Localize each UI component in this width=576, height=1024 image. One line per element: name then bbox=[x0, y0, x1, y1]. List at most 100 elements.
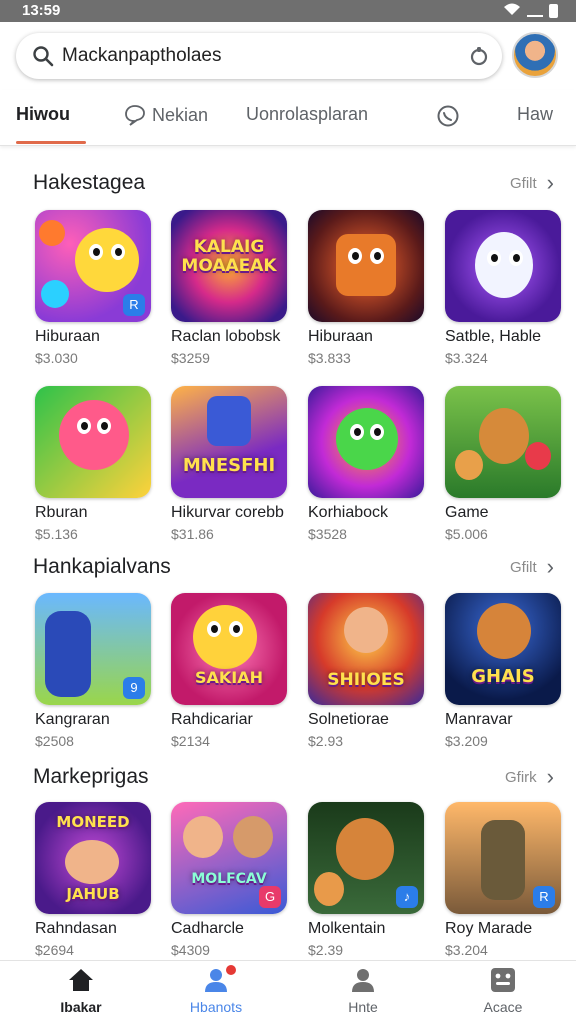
notification-badge bbox=[224, 963, 238, 977]
avatar[interactable] bbox=[512, 32, 558, 78]
app-name: Rburan bbox=[35, 504, 88, 521]
tab-label: Nekian bbox=[152, 104, 209, 125]
app-icon-title: GHAIS bbox=[471, 666, 535, 687]
apps-icon bbox=[489, 967, 517, 993]
signal-icon bbox=[527, 5, 543, 17]
music-badge-icon: ♪ bbox=[396, 886, 418, 908]
app-name: Hikurvar corebb bbox=[171, 504, 284, 521]
app-card[interactable]: GHAIS Manravar $3.209 bbox=[445, 593, 563, 749]
app-name: Manravar bbox=[445, 711, 513, 728]
app-card[interactable]: R Hiburaan $3.030 bbox=[35, 210, 153, 366]
app-icon[interactable]: 9 bbox=[35, 593, 151, 705]
app-icon-title: MNESFHI bbox=[182, 455, 276, 476]
app-icon[interactable]: R bbox=[445, 802, 561, 914]
app-card[interactable]: Rburan $5.136 bbox=[35, 386, 153, 542]
app-icon[interactable]: MOLFCAV G bbox=[171, 802, 287, 914]
fox-character-icon bbox=[336, 818, 394, 880]
game-badge-icon: 9 bbox=[123, 677, 145, 699]
bear-character-icon bbox=[479, 408, 529, 464]
tab-label: Hiwou bbox=[16, 104, 70, 124]
tab-whatsapp[interactable] bbox=[436, 104, 459, 127]
app-card[interactable]: KALAIG MOAAEAK Raclan lobobsk $3259 bbox=[171, 210, 289, 366]
nav-apps[interactable]: Acace bbox=[453, 967, 553, 1015]
app-card[interactable]: Satble, Hable $3.324 bbox=[445, 210, 563, 366]
search-bar[interactable] bbox=[16, 33, 502, 79]
character-icon bbox=[344, 607, 388, 653]
nav-profile[interactable]: Hnte bbox=[313, 967, 413, 1015]
status-bar: 13:59 bbox=[0, 0, 576, 22]
app-card[interactable]: Hiburaan $3.833 bbox=[308, 210, 426, 366]
search-input[interactable] bbox=[62, 41, 462, 71]
game-badge-icon: R bbox=[533, 886, 555, 908]
app-icon[interactable]: SHIIOES bbox=[308, 593, 424, 705]
nav-label: Hnte bbox=[348, 999, 378, 1015]
app-price: $3.030 bbox=[35, 350, 78, 366]
app-icon[interactable] bbox=[35, 386, 151, 498]
section-more-link[interactable]: Gfilt › bbox=[510, 556, 554, 578]
app-icon-subtitle: JAHUB bbox=[66, 885, 120, 903]
character-icon bbox=[183, 816, 223, 858]
app-card[interactable]: Game $5.006 bbox=[445, 386, 563, 542]
app-price: $3.209 bbox=[445, 733, 488, 749]
people-icon bbox=[202, 963, 238, 993]
app-price: $2694 bbox=[35, 942, 74, 958]
app-card[interactable]: R Roy Marade $3.204 bbox=[445, 802, 563, 958]
app-price: $5.006 bbox=[445, 526, 488, 542]
app-price: $2.93 bbox=[308, 733, 344, 749]
app-card[interactable]: Korhiabock $3528 bbox=[308, 386, 426, 542]
nav-people[interactable]: Hbanots bbox=[166, 963, 266, 1015]
app-card[interactable]: MOLFCAV G Cadharcle $4309 bbox=[171, 802, 289, 958]
app-icon[interactable]: ♪ bbox=[308, 802, 424, 914]
app-card[interactable]: MNESFHI Hikurvar corebb $31.86 bbox=[171, 386, 289, 542]
person-icon bbox=[349, 967, 377, 993]
section-more-link[interactable]: Gfilt › bbox=[510, 172, 554, 194]
app-name: Raclan lobobsk bbox=[171, 328, 281, 345]
app-price: $3.324 bbox=[445, 350, 488, 366]
character-icon bbox=[336, 234, 396, 296]
search-icon[interactable] bbox=[32, 45, 54, 67]
app-icon[interactable]: SAKIAH bbox=[171, 593, 287, 705]
app-icon[interactable] bbox=[308, 386, 424, 498]
game-badge-icon: R bbox=[123, 294, 145, 316]
app-icon[interactable]: R bbox=[35, 210, 151, 322]
tab-nekian[interactable]: Nekian bbox=[124, 104, 208, 126]
tab-hiwou[interactable]: Hiwou bbox=[16, 104, 70, 125]
app-icon[interactable] bbox=[445, 210, 561, 322]
app-name: Rahdicariar bbox=[171, 711, 253, 728]
mic-icon[interactable] bbox=[468, 45, 490, 67]
app-icon[interactable] bbox=[308, 210, 424, 322]
app-card[interactable]: SAKIAH Rahdicariar $2134 bbox=[171, 593, 289, 749]
section-title: Hakestagea bbox=[33, 171, 146, 194]
app-icon[interactable] bbox=[445, 386, 561, 498]
chevron-right-icon: › bbox=[546, 764, 554, 789]
app-name: Molkentain bbox=[308, 920, 386, 937]
wifi-icon bbox=[503, 2, 521, 20]
tab-uonrolasplaran[interactable]: Uonrolasplaran bbox=[246, 104, 368, 125]
app-name: Hiburaan bbox=[35, 328, 100, 345]
bottom-navigation: Ibakar Hbanots Hnte Acace bbox=[0, 960, 576, 1024]
app-name: Korhiabock bbox=[308, 504, 389, 521]
app-card[interactable]: ♪ Molkentain $2.39 bbox=[308, 802, 426, 958]
app-icon[interactable]: MNESFHI bbox=[171, 386, 287, 498]
app-name: Solnetiorae bbox=[308, 711, 389, 728]
nav-label: Hbanots bbox=[189, 999, 243, 1015]
status-time: 13:59 bbox=[22, 2, 61, 19]
nav-label: Ibakar bbox=[60, 999, 102, 1015]
section-more-link[interactable]: Gfirk › bbox=[505, 766, 554, 788]
app-card[interactable]: SHIIOES Solnetiorae $2.93 bbox=[308, 593, 426, 749]
app-icon[interactable]: MONEED JAHUB bbox=[35, 802, 151, 914]
tab-label: Haw bbox=[517, 104, 554, 124]
section-more-label: Gfilt bbox=[510, 174, 537, 192]
app-card[interactable]: 9 Kangraran $2508 bbox=[35, 593, 153, 749]
app-icon[interactable]: KALAIG MOAAEAK bbox=[171, 210, 287, 322]
nav-home[interactable]: Ibakar bbox=[31, 967, 131, 1015]
app-card[interactable]: MONEED JAHUB Rahndasan $2694 bbox=[35, 802, 153, 958]
tab-bar: Hiwou Nekian Uonrolasplaran Haw bbox=[0, 90, 576, 146]
app-icon[interactable]: GHAIS bbox=[445, 593, 561, 705]
tab-haw[interactable]: Haw bbox=[517, 104, 553, 125]
app-icon-title: SAKIAH bbox=[194, 668, 264, 687]
section-title: Hankapialvans bbox=[33, 555, 171, 578]
tab-active-indicator bbox=[16, 141, 86, 144]
character-icon bbox=[59, 400, 129, 470]
section-title: Markeprigas bbox=[33, 765, 149, 788]
